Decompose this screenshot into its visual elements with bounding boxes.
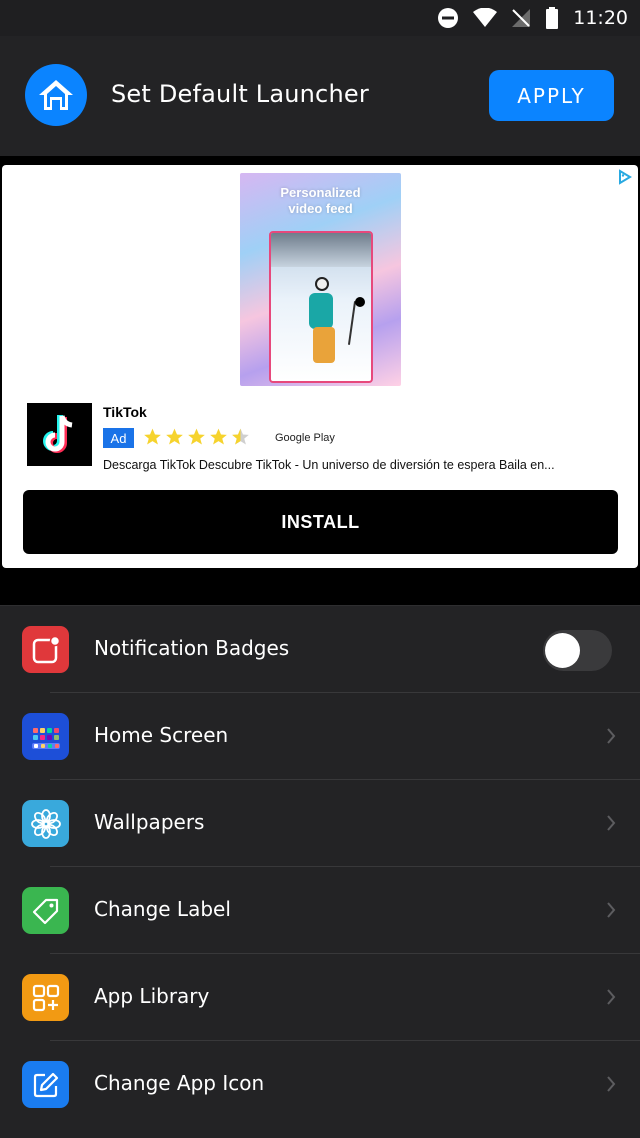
- ad-skier-pants: [313, 327, 335, 363]
- ad-ski-pole: [347, 301, 357, 345]
- ad-description[interactable]: Descarga TikTok Descubre TikTok - Un uni…: [103, 458, 633, 472]
- setting-label: App Library: [94, 984, 210, 1008]
- chevron-right-icon: [604, 899, 618, 921]
- ad-app-name[interactable]: TikTok: [103, 404, 147, 420]
- toggle-knob: [545, 633, 580, 668]
- ad-skier-head: [315, 277, 329, 291]
- chevron-right-icon: [604, 812, 618, 834]
- no-signal-icon: [511, 8, 531, 28]
- ad-store-name: Google Play: [275, 432, 335, 444]
- wifi-icon: [473, 8, 498, 28]
- setting-label: Notification Badges: [94, 636, 290, 660]
- setting-home-screen[interactable]: Home Screen: [0, 693, 640, 780]
- divider: [0, 156, 640, 165]
- ad-phone-mockup: [269, 231, 373, 383]
- home-icon: [25, 64, 87, 126]
- tag-icon: [22, 887, 69, 934]
- adchoices-icon[interactable]: [614, 167, 636, 187]
- ad-banner[interactable]: Personalized video feed TikTok Ad Google…: [2, 165, 638, 568]
- setting-label: Change App Icon: [94, 1071, 265, 1095]
- page-title: Set Default Launcher: [111, 80, 369, 108]
- home-screen-grid-icon: [22, 713, 69, 760]
- star-icon: [144, 428, 161, 445]
- ad-image-headline-line1: Personalized: [280, 185, 361, 200]
- star-icon: [188, 428, 205, 445]
- setting-app-library[interactable]: App Library: [0, 954, 640, 1041]
- chevron-right-icon: [604, 986, 618, 1008]
- battery-icon: [545, 7, 559, 29]
- star-icon: [210, 428, 227, 445]
- tiktok-logo-icon[interactable]: [27, 403, 92, 466]
- rating-stars: [142, 427, 251, 447]
- setting-label: Home Screen: [94, 723, 229, 747]
- flower-icon: [22, 800, 69, 847]
- install-button[interactable]: INSTALL: [23, 490, 618, 554]
- status-time: 11:20: [573, 7, 628, 29]
- setting-change-app-icon[interactable]: Change App Icon: [0, 1041, 640, 1128]
- setting-change-label[interactable]: Change Label: [0, 867, 640, 954]
- setting-wallpapers[interactable]: Wallpapers: [0, 780, 640, 867]
- status-bar: 11:20: [0, 0, 640, 36]
- settings-list: Notification Badges Home Screen Wallpape…: [0, 605, 640, 1138]
- setting-label: Change Label: [94, 897, 231, 921]
- ad-image-headline-line2: video feed: [288, 201, 353, 216]
- chevron-right-icon: [604, 725, 618, 747]
- apply-button[interactable]: APPLY: [489, 70, 614, 121]
- ad-badge: Ad: [103, 428, 134, 448]
- notification-badges-toggle[interactable]: [543, 630, 612, 671]
- ad-image-headline: Personalized video feed: [240, 185, 401, 217]
- star-icon: [166, 428, 183, 445]
- setting-label: Wallpapers: [94, 810, 205, 834]
- edit-icon: [22, 1061, 69, 1108]
- do-not-disturb-icon: [437, 7, 459, 29]
- notification-badge-icon: [22, 626, 69, 673]
- ad-image[interactable]: Personalized video feed: [240, 173, 401, 386]
- ad-skier-jacket: [309, 293, 333, 329]
- app-library-icon: [22, 974, 69, 1021]
- chevron-right-icon: [604, 1073, 618, 1095]
- launcher-header: Set Default Launcher APPLY: [0, 36, 640, 156]
- ad-snowy-trees: [271, 233, 371, 267]
- setting-notification-badges[interactable]: Notification Badges: [0, 606, 640, 693]
- half-star-icon: [232, 428, 249, 445]
- tiktok-mini-icon: [355, 297, 365, 307]
